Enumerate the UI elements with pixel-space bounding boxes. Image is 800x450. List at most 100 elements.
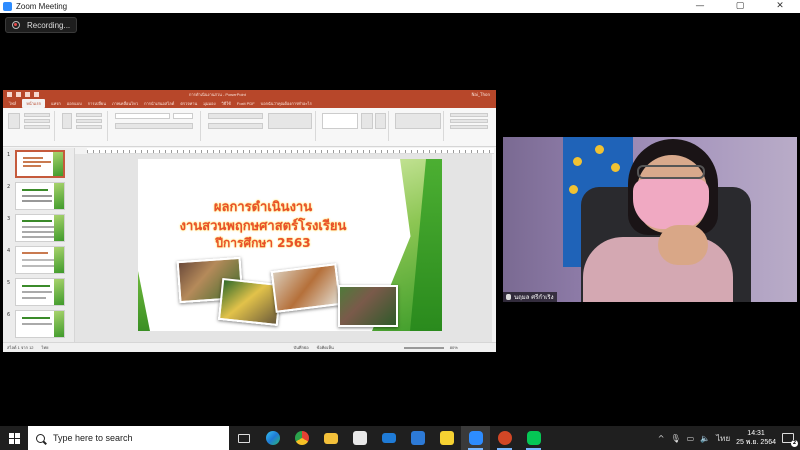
recording-indicator[interactable]: Recording... — [5, 17, 77, 33]
search-icon — [36, 433, 45, 443]
language-indicator-tray[interactable]: ไทย — [716, 432, 730, 445]
find-button[interactable] — [450, 113, 488, 117]
ppt-title-bar: การดำเนินงานสวน - PowerPoint Nai_Thon — [3, 90, 496, 99]
section-button[interactable] — [76, 125, 102, 129]
format-painter-button[interactable] — [24, 125, 50, 129]
close-button[interactable]: ✕ — [760, 0, 800, 13]
quick-styles-button[interactable] — [375, 113, 386, 129]
ribbon-tabs: ไฟล์ หน้าแรก แทรก ออกแบบ การเปลี่ยน ภาพเ… — [3, 99, 496, 108]
start-button[interactable] — [0, 426, 28, 450]
arrange-button[interactable] — [361, 113, 373, 129]
align-buttons[interactable] — [208, 123, 263, 129]
slide-thumbnail-4[interactable] — [15, 246, 65, 274]
recording-label: Recording... — [27, 20, 71, 30]
current-slide[interactable]: ผลการดำเนินงาน งานสวนพฤกษศาสตร์โรงเรียน … — [138, 159, 442, 331]
language-indicator[interactable]: ไทย — [42, 344, 49, 351]
text-direction-buttons[interactable] — [268, 113, 312, 129]
clock[interactable]: 14:31 25 พ.ย. 2564 — [736, 429, 776, 447]
layout-button[interactable] — [76, 113, 102, 117]
slide-photo-4[interactable] — [338, 285, 398, 327]
network-icon[interactable]: ▭ — [687, 434, 695, 443]
slides-group — [58, 111, 108, 141]
store-icon[interactable] — [345, 426, 374, 450]
comments-button[interactable]: ข้อคิดเห็น — [317, 344, 334, 351]
shape-fill-outline-effects[interactable] — [395, 113, 441, 129]
shared-screen-powerpoint[interactable]: การดำเนินงานสวน - PowerPoint Nai_Thon ไฟ… — [3, 90, 496, 352]
tab-foxit-pdf[interactable]: Foxit PDF — [237, 101, 255, 106]
tab-transitions[interactable]: การเปลี่ยน — [88, 100, 106, 107]
slide-number: 6 — [7, 312, 11, 318]
shapes-gallery[interactable] — [322, 113, 358, 129]
windows-taskbar: Type here to search ^ 🎙 ▭ 🔈 ไทย 14:31 25… — [0, 426, 800, 450]
flower-decoration — [573, 157, 582, 166]
window-title: Zoom Meeting — [16, 2, 68, 11]
search-placeholder: Type here to search — [53, 433, 133, 443]
calendar-icon[interactable] — [403, 426, 432, 450]
slide-thumbnail-5[interactable] — [15, 278, 65, 306]
participant-name-tag: นฤมล ศรีกำเริง — [503, 292, 557, 302]
tab-insert[interactable]: แทรก — [51, 100, 61, 107]
tab-review[interactable]: ตรวจทาน — [180, 100, 197, 107]
taskbar-search-box[interactable]: Type here to search — [28, 426, 229, 450]
slide-thumbnail-pane[interactable]: 1 2 3 4 5 6 — [3, 148, 75, 342]
replace-button[interactable] — [450, 119, 488, 123]
sticky-notes-icon[interactable] — [432, 426, 461, 450]
task-view-icon[interactable] — [229, 426, 258, 450]
copy-button[interactable] — [24, 119, 50, 123]
notes-button[interactable]: บันทึกย่อ — [294, 344, 309, 351]
tab-home[interactable]: หน้าแรก — [22, 99, 46, 108]
save-icon[interactable] — [7, 92, 12, 97]
ppt-user-name: Nai_Thon — [471, 92, 490, 97]
tab-file[interactable]: ไฟล์ — [9, 100, 16, 107]
slide-thumbnail-3[interactable] — [15, 214, 65, 242]
maximize-button[interactable]: ▢ — [720, 0, 760, 13]
mail-icon[interactable] — [374, 426, 403, 450]
slide-thumbnail-6[interactable] — [15, 310, 65, 338]
volume-icon[interactable]: 🔈 — [700, 434, 710, 443]
slide-title-line-1[interactable]: ผลการดำเนินงาน — [138, 196, 388, 217]
line-icon[interactable] — [519, 426, 548, 450]
tab-help[interactable]: วิธีใช้ — [222, 100, 231, 107]
slide-photo-3[interactable] — [270, 263, 342, 313]
redo-icon[interactable] — [25, 92, 30, 97]
list-buttons[interactable] — [208, 113, 263, 119]
microphone-tray-icon[interactable]: 🎙 — [670, 434, 680, 443]
shape-format-group — [392, 111, 444, 141]
zoom-level[interactable]: 80% — [450, 345, 458, 350]
present-icon[interactable] — [34, 92, 39, 97]
slide-thumbnail-1[interactable] — [15, 150, 65, 178]
file-explorer-icon[interactable] — [316, 426, 345, 450]
minimize-button[interactable]: — — [680, 0, 720, 13]
zoom-icon[interactable] — [461, 426, 490, 450]
tab-slide-show[interactable]: การนำเสนอสไลด์ — [144, 100, 174, 107]
slide-editing-canvas[interactable]: ผลการดำเนินงาน งานสวนพฤกษศาสตร์โรงเรียน … — [75, 154, 492, 342]
ribbon — [3, 108, 496, 147]
notification-center-icon[interactable]: 2 — [782, 433, 798, 447]
new-slide-button[interactable] — [62, 113, 72, 129]
tab-view[interactable]: มุมมอง — [203, 100, 215, 107]
slide-title-line-3[interactable]: ปีการศึกษา 2563 — [138, 234, 388, 253]
undo-icon[interactable] — [16, 92, 21, 97]
slide-number: 2 — [7, 184, 11, 190]
font-format-buttons[interactable] — [115, 123, 193, 129]
slide-thumbnail-2[interactable] — [15, 182, 65, 210]
powerpoint-icon[interactable] — [490, 426, 519, 450]
tab-animations[interactable]: ภาพเคลื่อนไหว — [112, 100, 138, 107]
participant-video-tile[interactable] — [503, 137, 797, 302]
font-name-select[interactable] — [115, 113, 170, 119]
chrome-icon[interactable] — [287, 426, 316, 450]
flower-decoration — [569, 185, 578, 194]
reset-button[interactable] — [76, 119, 102, 123]
flower-decoration — [595, 145, 604, 154]
select-button[interactable] — [450, 125, 488, 129]
cut-button[interactable] — [24, 113, 50, 117]
edge-icon[interactable] — [258, 426, 287, 450]
tell-me-search[interactable]: บอกฉันว่าคุณต้องการทำอะไร — [261, 100, 312, 107]
zoom-slider[interactable] — [403, 346, 444, 349]
tab-design[interactable]: ออกแบบ — [67, 100, 82, 107]
font-size-select[interactable] — [173, 113, 193, 119]
windows-logo-icon — [8, 432, 20, 444]
slide-title-line-2[interactable]: งานสวนพฤกษศาสตร์โรงเรียน — [138, 215, 388, 236]
show-hidden-icons-icon[interactable]: ^ — [658, 434, 665, 443]
paste-button[interactable] — [8, 113, 20, 129]
